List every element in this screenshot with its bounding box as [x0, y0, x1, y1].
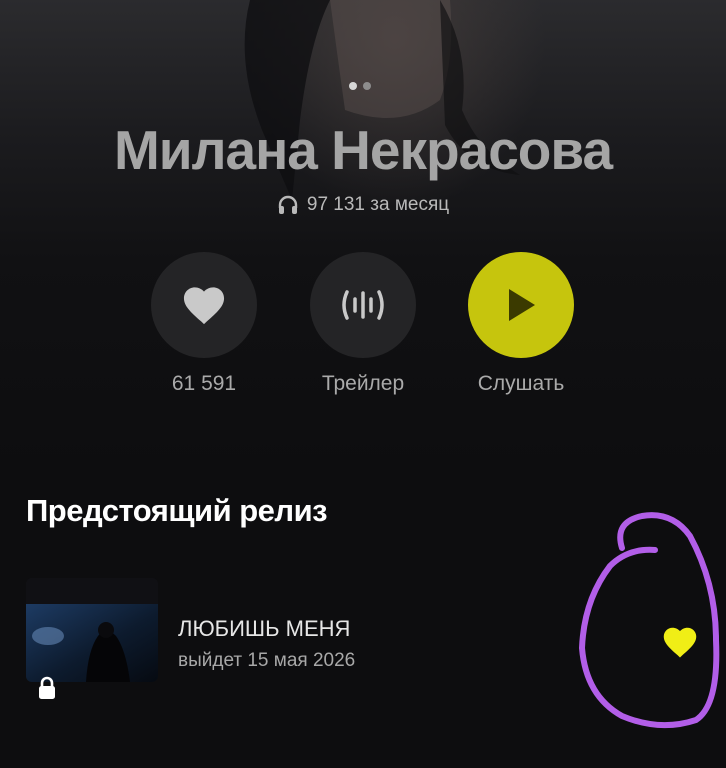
- monthly-listeners: 97 131 за месяц: [0, 194, 726, 216]
- waveform-icon: [342, 290, 384, 320]
- heart-icon: [183, 287, 225, 325]
- likes-count: 61 591: [171, 372, 237, 395]
- monthly-listeners-text: 97 131 за месяц: [306, 194, 450, 215]
- release-date: выйдет 15 мая 2026: [178, 650, 356, 671]
- listen-label: Слушать: [477, 372, 565, 395]
- carousel-dot[interactable]: [363, 82, 371, 90]
- lock-icon: [39, 676, 55, 699]
- play-icon: [509, 289, 535, 321]
- release-title[interactable]: ЛЮБИШЬ МЕНЯ: [178, 616, 350, 642]
- carousel-dot[interactable]: [349, 82, 357, 90]
- release-like-heart-icon[interactable]: [661, 625, 699, 659]
- trailer-label: Трейлер: [321, 372, 405, 395]
- artist-name: Милана Некрасова: [113, 119, 613, 181]
- like-artist-button[interactable]: [151, 252, 257, 358]
- release-cover[interactable]: [26, 578, 158, 682]
- listen-button[interactable]: [468, 252, 574, 358]
- headphones-icon: [278, 195, 298, 214]
- trailer-button[interactable]: [310, 252, 416, 358]
- artist-hero: [0, 0, 726, 470]
- carousel-indicator: [349, 82, 371, 90]
- release-cover-image: [26, 578, 158, 682]
- upcoming-release-heading: Предстоящий релиз: [26, 493, 328, 528]
